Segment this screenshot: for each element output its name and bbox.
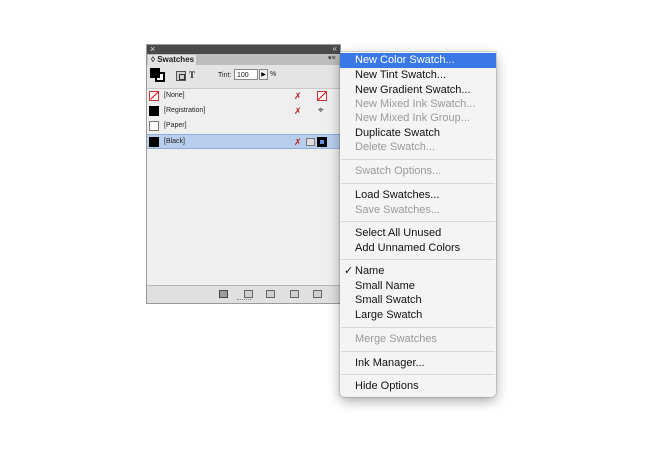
menu-item-save-swatches[interactable]: Save Swatches... — [340, 203, 496, 218]
swatch-row-none[interactable]: [None] ✗ — [147, 89, 340, 104]
menu-separator — [341, 183, 495, 184]
swatch-name: [None] — [164, 92, 185, 99]
menu-item-swatch-options[interactable]: Swatch Options... — [340, 164, 496, 179]
none-color-icon — [317, 91, 327, 101]
tab-arrows-icon: ◊ — [151, 55, 155, 64]
swatch-name: [Registration] — [164, 107, 206, 114]
panel-menu-icon[interactable]: ▾≡ — [328, 55, 338, 63]
menu-separator — [341, 351, 495, 352]
swatch-chip-black-icon — [149, 137, 159, 147]
no-edit-icon: ✗ — [294, 137, 302, 147]
show-gradient-swatches-icon[interactable] — [266, 290, 275, 298]
formatting-container-icon[interactable] — [176, 71, 186, 81]
menu-item-hide-options[interactable]: Hide Options — [340, 379, 496, 394]
panel-tab-row: ◊ Swatches ▾≡ — [147, 54, 340, 65]
swatch-name: [Black] — [164, 138, 186, 145]
tab-swatches[interactable]: ◊ Swatches — [148, 55, 196, 65]
swatch-row-black[interactable]: [Black] ✗ — [147, 134, 340, 149]
resize-grip-icon[interactable] — [237, 299, 251, 303]
tab-label: Swatches — [157, 55, 195, 64]
swatch-chip-none-icon — [149, 91, 159, 101]
show-color-swatches-icon[interactable] — [244, 290, 253, 298]
tint-input[interactable]: 100 — [234, 69, 258, 80]
menu-separator — [341, 159, 495, 160]
no-edit-icon: ✗ — [294, 91, 302, 101]
delete-swatch-icon[interactable] — [313, 290, 322, 298]
menu-separator — [341, 374, 495, 375]
menu-separator — [341, 259, 495, 260]
panel-titlebar[interactable]: × « — [147, 44, 340, 54]
menu-separator — [341, 221, 495, 222]
menu-item-new-tint-swatch[interactable]: New Tint Swatch... — [340, 68, 496, 83]
tint-slider-button[interactable]: ▶ — [259, 69, 268, 80]
process-color-icon — [317, 137, 327, 147]
menu-item-small-swatch[interactable]: Small Swatch — [340, 293, 496, 308]
menu-item-duplicate-swatch[interactable]: Duplicate Swatch — [340, 126, 496, 141]
swatches-flyout-menu: New Color Swatch... New Tint Swatch... N… — [340, 52, 496, 397]
menu-item-add-unnamed-colors[interactable]: Add Unnamed Colors — [340, 241, 496, 256]
tint-label: Tint: — [218, 72, 232, 79]
new-swatch-icon[interactable] — [290, 290, 299, 298]
menu-item-new-mixed-ink-swatch[interactable]: New Mixed Ink Swatch... — [340, 97, 496, 112]
menu-item-new-mixed-ink-group[interactable]: New Mixed Ink Group... — [340, 111, 496, 126]
swatch-row-paper[interactable]: [Paper] — [147, 119, 340, 134]
swatches-panel: × « ◊ Swatches ▾≡ T Tint: 100 ▶ % [None]… — [146, 44, 341, 304]
tint-percent-label: % — [270, 71, 277, 78]
menu-item-label: Name — [355, 265, 385, 277]
menu-separator — [341, 327, 495, 328]
swatch-chip-registration-icon — [149, 106, 159, 116]
menu-item-ink-manager[interactable]: Ink Manager... — [340, 356, 496, 371]
swatch-list: [None] ✗ [Registration] ✗ ⌖ [Paper] [Bla… — [147, 88, 340, 286]
menu-item-merge-swatches[interactable]: Merge Swatches — [340, 332, 496, 347]
menu-item-load-swatches[interactable]: Load Swatches... — [340, 188, 496, 203]
menu-item-small-name[interactable]: Small Name — [340, 279, 496, 294]
formatting-text-icon[interactable]: T — [189, 70, 195, 80]
no-edit-icon: ✗ — [294, 106, 302, 116]
checkmark-icon: ✓ — [344, 265, 354, 277]
panel-bottom-bar — [147, 285, 340, 303]
menu-item-new-gradient-swatch[interactable]: New Gradient Swatch... — [340, 83, 496, 98]
swatch-row-registration[interactable]: [Registration] ✗ ⌖ — [147, 104, 340, 119]
swatch-controls: T Tint: 100 ▶ % — [147, 65, 340, 87]
registration-icon: ⌖ — [318, 105, 324, 116]
swatch-chip-paper-icon — [149, 121, 159, 131]
menu-item-new-color-swatch[interactable]: New Color Swatch... — [340, 53, 496, 68]
swatch-name: [Paper] — [164, 122, 187, 129]
menu-item-delete-swatch[interactable]: Delete Swatch... — [340, 140, 496, 155]
fill-stroke-icon[interactable] — [150, 68, 166, 83]
menu-item-name[interactable]: ✓ Name — [340, 264, 496, 279]
menu-item-select-all-unused[interactable]: Select All Unused — [340, 226, 496, 241]
menu-item-large-swatch[interactable]: Large Swatch — [340, 308, 496, 323]
show-all-swatches-icon[interactable] — [219, 290, 228, 298]
cmyk-mode-icon — [306, 138, 315, 146]
fill-icon[interactable] — [150, 68, 160, 78]
